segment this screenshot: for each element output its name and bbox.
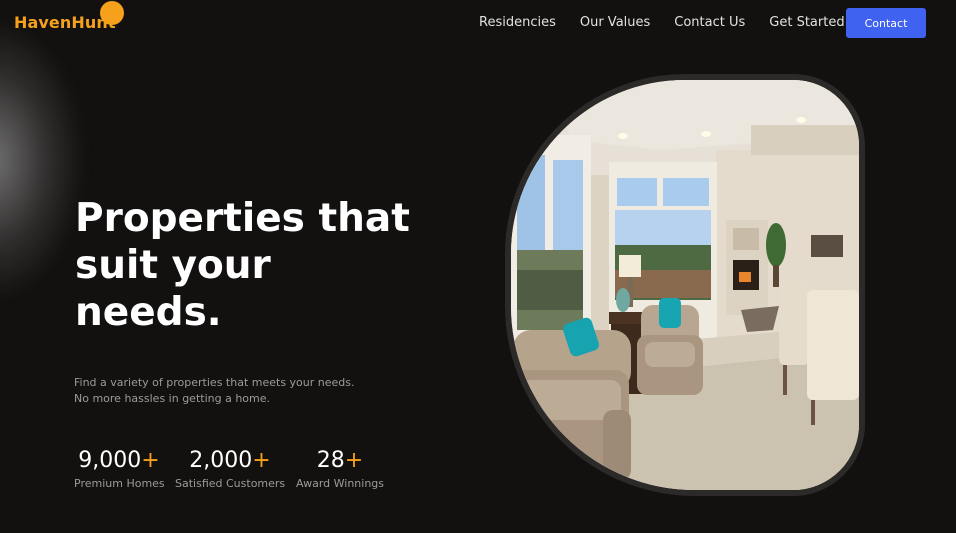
stat-label: Satisfied Customers	[175, 477, 286, 490]
stat-value: 9,000	[78, 448, 142, 473]
brand-name: HavenHunt	[14, 13, 116, 32]
stat-label: Award Winnings	[296, 477, 384, 490]
background-glow	[0, 25, 80, 295]
hero-title: Properties that suit your needs.	[75, 196, 410, 335]
stat-label: Premium Homes	[74, 477, 165, 490]
landing-page: HavenHunt Residencies Our Values Contact…	[0, 0, 956, 533]
contact-button[interactable]: Contact	[846, 8, 926, 38]
hero-subtitle-line-1: Find a variety of properties that meets …	[74, 376, 355, 389]
stat-satisfied-customers: 2,000+ Satisfied Customers	[175, 447, 285, 490]
stat-plus: +	[141, 448, 160, 473]
nav-link-our-values[interactable]: Our Values	[580, 15, 650, 30]
stat-award-winnings: 28+ Award Winnings	[296, 447, 384, 490]
stat-value: 2,000	[189, 448, 253, 473]
nav-link-get-started[interactable]: Get Started	[769, 15, 844, 30]
hero-subtitle: Find a variety of properties that meets …	[74, 375, 355, 407]
hero-subtitle-line-2: No more hassles in getting a home.	[74, 392, 270, 405]
nav-link-residencies[interactable]: Residencies	[479, 15, 556, 30]
stat-premium-homes: 9,000+ Premium Homes	[74, 447, 165, 490]
hero-interior-image	[505, 74, 865, 496]
living-room-illustration	[511, 80, 859, 490]
nav-link-contact-us[interactable]: Contact Us	[674, 15, 745, 30]
stat-value: 28	[316, 448, 345, 473]
main-nav: Residencies Our Values Contact Us Get St…	[479, 15, 845, 30]
brand-logo[interactable]: HavenHunt	[14, 1, 124, 32]
stat-plus: +	[252, 448, 271, 473]
stat-plus: +	[344, 448, 364, 473]
